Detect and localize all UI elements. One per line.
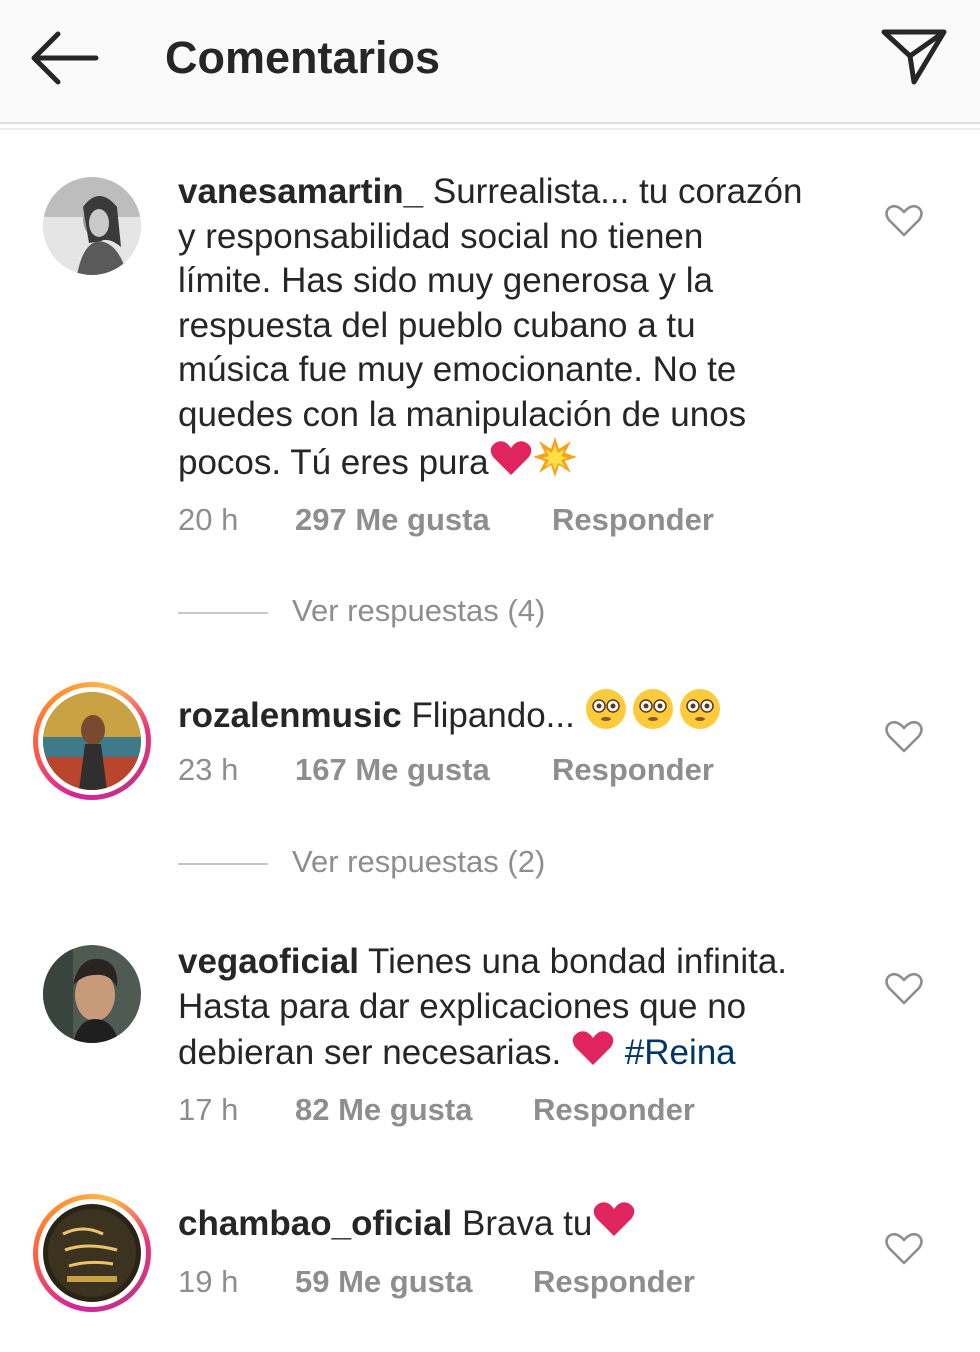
comment-username[interactable]: rozalenmusic [178,696,402,735]
collision-emoji [532,437,577,489]
comment-line: respuesta del pueblo cubano a tu [178,305,696,345]
comment-line: Hasta para dar explicaciones que no [178,986,747,1026]
comment-line: música fue muy emocionante. No te [178,350,737,389]
view-replies-label[interactable]: Ver respuestas (2) [292,844,545,880]
heart-emoji [489,439,533,489]
comment-time: 23 h [178,752,239,787]
comment-time: 20 h [178,502,239,537]
comment-line: debieran ser necesarias. [178,1033,571,1072]
comment-text: rozalenmusic Flipando... [178,688,878,742]
avatar [43,692,141,790]
comment-username[interactable]: vanesamartin_ [178,172,423,211]
heart-emoji [592,1200,636,1250]
likes-count[interactable]: 167 Me gusta [295,752,490,788]
reply-button[interactable]: Responder [552,752,714,788]
reply-button[interactable]: Responder [533,1264,695,1300]
comment-line: pocos. Tú eres pura [178,443,489,482]
page-title: Comentarios [165,32,441,83]
view-replies-label[interactable]: Ver respuestas (4) [292,593,545,629]
avatar-story-ring[interactable] [33,1194,151,1312]
likes-count[interactable]: 297 Me gusta [295,502,490,538]
comment-line: Tienes una bondad infinita. [358,942,788,981]
comment-time: 19 h [178,1264,239,1299]
comment-time: 17 h [178,1092,239,1127]
comment-text: chambao_oficial Brava tu [178,1200,843,1250]
avatar-story-ring[interactable] [33,682,151,800]
paper-plane-icon[interactable] [880,26,948,88]
view-replies-button[interactable]: Ver respuestas (2) [178,844,678,884]
heart-outline-icon[interactable] [885,1232,923,1266]
divider [0,128,980,130]
comment-username[interactable]: vegaoficial [178,942,359,981]
comment-text: vanesamartin_ Surrealista... tu corazón … [178,170,843,489]
heart-emoji [571,1029,615,1079]
replies-divider [178,612,268,614]
comment-line: límite. Has sido muy generosa y la [178,261,713,300]
hashtag-link[interactable]: #Reina [625,1033,736,1072]
likes-count[interactable]: 59 Me gusta [295,1264,472,1300]
comment-line: y responsabilidad social no tienen [178,216,704,256]
reply-button[interactable]: Responder [533,1092,695,1128]
view-replies-button[interactable]: Ver respuestas (4) [178,593,678,633]
arrow-left-icon[interactable] [28,28,100,88]
flushed-emoji [585,688,725,742]
top-bar: Comentarios [0,0,980,124]
reply-button[interactable]: Responder [552,502,714,538]
avatar[interactable] [43,945,141,1043]
heart-outline-icon[interactable] [885,204,923,238]
heart-outline-icon[interactable] [885,720,923,754]
replies-divider [178,863,268,865]
comment-line: quedes con la manipulación de unos [178,394,747,434]
avatar [43,1204,141,1302]
avatar[interactable] [43,177,141,275]
likes-count[interactable]: 82 Me gusta [295,1092,472,1128]
heart-outline-icon[interactable] [885,972,923,1006]
comment-line: Flipando... [401,696,585,735]
comment-line: Brava tu [452,1204,593,1243]
comment-line: Surrealista... tu corazón [423,172,803,211]
comment-text: vegaoficial Tienes una bondad infinita. … [178,940,843,1079]
comment-username[interactable]: chambao_oficial [178,1204,452,1243]
